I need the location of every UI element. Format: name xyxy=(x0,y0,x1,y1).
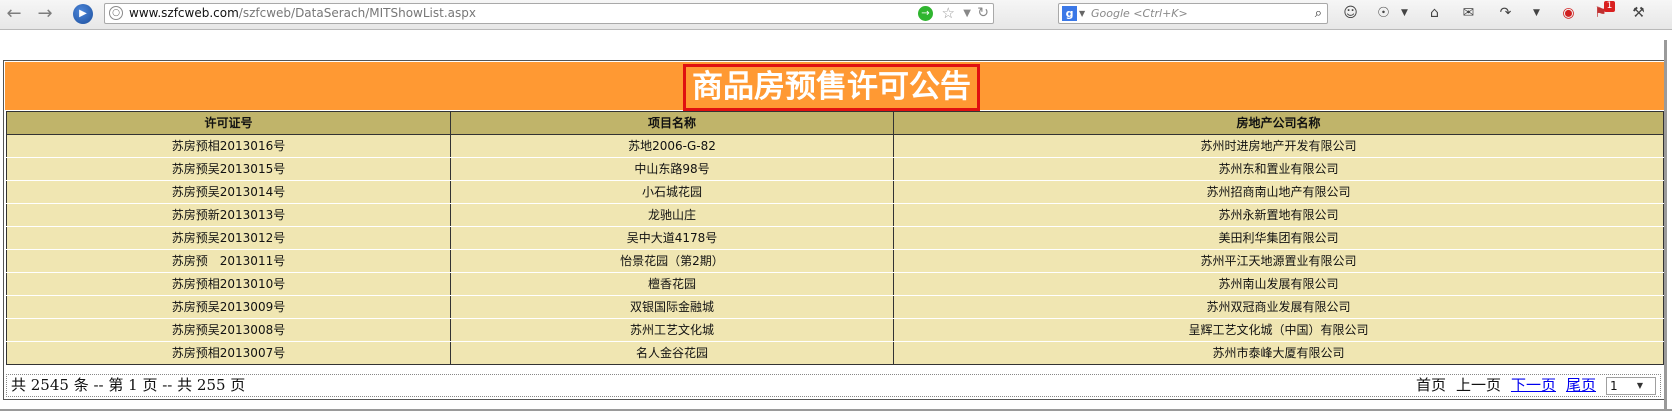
go-arrow-icon[interactable]: → xyxy=(918,6,933,21)
license-number-cell: 苏房预吴2013015号 xyxy=(6,157,451,181)
company-name-cell: 苏州时进房地产开发有限公司 xyxy=(893,134,1664,158)
browser-menu-icon[interactable]: ▶ xyxy=(73,4,93,24)
license-number-cell: 苏房预相2013007号 xyxy=(6,341,451,365)
column-header-company: 房地产公司名称 xyxy=(893,111,1664,135)
table-header-row: 许可证号 项目名称 房地产公司名称 xyxy=(6,111,1664,135)
project-name-cell: 名人金谷花园 xyxy=(450,341,894,365)
notification-badge: 1 xyxy=(1604,1,1615,12)
back-arrow-icon[interactable]: ← xyxy=(2,3,26,25)
share-icon[interactable]: ↷ xyxy=(1497,5,1514,22)
project-name-cell: 檀香花园 xyxy=(450,272,894,296)
license-number-cell: 苏房预相2013016号 xyxy=(6,134,451,158)
url-text[interactable]: www.szfcweb.com/szfcweb/DataSerach/MITSh… xyxy=(129,5,476,22)
home-icon[interactable]: ⌂ xyxy=(1426,5,1443,22)
table-row: 苏房预吴2013015号 中山东路98号 苏州东和置业有限公司 xyxy=(6,157,1664,181)
pager-summary: 共 2545 条 -- 第 1 页 -- 共 255 页 xyxy=(11,376,246,394)
table-row: 苏房预 2013011号 怡景花园（第2期） 苏州平江天地源置业有限公司 xyxy=(6,249,1664,273)
table-row: 苏房预新2013013号 龙驰山庄 苏州永新置地有限公司 xyxy=(6,203,1664,227)
reload-icon[interactable]: ↻ xyxy=(977,4,989,23)
company-name-cell: 苏州东和置业有限公司 xyxy=(893,157,1664,181)
first-page-label: 首页 xyxy=(1415,376,1446,394)
address-bar[interactable]: ○ www.szfcweb.com/szfcweb/DataSerach/MIT… xyxy=(104,3,994,24)
license-number-cell: 苏房预 2013011号 xyxy=(6,249,451,273)
table-row: 苏房预吴2013008号 苏州工艺文化城 呈辉工艺文化城（中国）有限公司 xyxy=(6,318,1664,342)
company-name-cell: 苏州市泰峰大厦有限公司 xyxy=(893,341,1664,365)
addon-tools-icon[interactable]: ⚒ xyxy=(1630,5,1647,22)
next-page-link[interactable]: 下一页 xyxy=(1511,375,1556,396)
table-row: 苏房预吴2013014号 小石城花园 苏州招商南山地产有限公司 xyxy=(6,180,1664,204)
globe-icon: ○ xyxy=(109,6,123,20)
project-name-cell: 小石城花园 xyxy=(450,180,894,204)
project-name-cell: 苏州工艺文化城 xyxy=(450,318,894,342)
license-number-cell: 苏房预吴2013012号 xyxy=(6,226,451,250)
search-bar[interactable]: g ▼ ⌕ xyxy=(1058,3,1328,24)
license-number-cell: 苏房预新2013013号 xyxy=(6,203,451,227)
last-page-link[interactable]: 尾页 xyxy=(1566,375,1596,396)
mail-icon[interactable]: ✉ xyxy=(1460,5,1477,22)
company-name-cell: 苏州南山发展有限公司 xyxy=(893,272,1664,296)
addon-face-icon[interactable]: ☺ xyxy=(1342,5,1359,22)
company-name-cell: 苏州平江天地源置业有限公司 xyxy=(893,249,1664,273)
browser-window: ← → ▶ ○ www.szfcweb.com/szfcweb/DataSera… xyxy=(0,0,1672,420)
license-number-cell: 苏房预吴2013008号 xyxy=(6,318,451,342)
google-logo-icon[interactable]: g xyxy=(1062,6,1077,21)
project-name-cell: 龙驰山庄 xyxy=(450,203,894,227)
page-select-value: 1 xyxy=(1610,378,1618,393)
forward-arrow-icon[interactable]: → xyxy=(33,3,57,25)
announcement-panel: 商品房预售许可公告 许可证号 项目名称 房地产公司名称 苏房预相2013016号… xyxy=(3,60,1666,400)
column-header-project: 项目名称 xyxy=(450,111,894,135)
table-row: 苏房预相2013016号 苏地2006-G-82 苏州时进房地产开发有限公司 xyxy=(6,134,1664,158)
browser-toolbar: ← → ▶ ○ www.szfcweb.com/szfcweb/DataSera… xyxy=(0,0,1672,30)
project-name-cell: 吴中大道4178号 xyxy=(450,226,894,250)
table-row: 苏房预吴2013009号 双银国际金融城 苏州双冠商业发展有限公司 xyxy=(6,295,1664,319)
company-name-cell: 呈辉工艺文化城（中国）有限公司 xyxy=(893,318,1664,342)
window-bottom-edge xyxy=(0,409,1672,411)
table-row: 苏房预相2013010号 檀香花园 苏州南山发展有限公司 xyxy=(6,272,1664,296)
license-number-cell: 苏房预相2013010号 xyxy=(6,272,451,296)
title-bar: 商品房预售许可公告 xyxy=(5,62,1664,111)
url-path: /szfcweb/DataSerach/MITShowList.aspx xyxy=(238,6,476,20)
table-row: 苏房预吴2013012号 吴中大道4178号 美田利华集团有限公司 xyxy=(6,226,1664,250)
column-header-license: 许可证号 xyxy=(6,111,451,135)
license-number-cell: 苏房预吴2013014号 xyxy=(6,180,451,204)
weibo-icon[interactable]: ◉ xyxy=(1560,5,1577,22)
prev-page-label: 上一页 xyxy=(1455,376,1501,394)
license-number-cell: 苏房预吴2013009号 xyxy=(6,295,451,319)
bookmark-star-icon[interactable]: ☆ xyxy=(942,4,955,22)
company-name-cell: 苏州招商南山地产有限公司 xyxy=(893,180,1664,204)
table-row: 苏房预相2013007号 名人金谷花园 苏州市泰峰大厦有限公司 xyxy=(6,341,1664,365)
page-select[interactable]: 1 ▼ xyxy=(1606,376,1656,395)
window-right-edge xyxy=(1664,40,1667,410)
pager-links: 首页 上一页 下一页 尾页 1 ▼ xyxy=(1416,375,1656,396)
engine-dropdown-icon[interactable]: ▼ xyxy=(1079,4,1085,23)
pager: 共 2545 条 -- 第 1 页 -- 共 255 页 首页 上一页 下一页 … xyxy=(6,374,1661,397)
addon-dropdown-icon[interactable]: ▼ xyxy=(1396,5,1413,22)
search-icon[interactable]: ⌕ xyxy=(1315,4,1322,23)
project-name-cell: 中山东路98号 xyxy=(450,157,894,181)
project-name-cell: 苏地2006-G-82 xyxy=(450,134,894,158)
url-history-dropdown-icon[interactable]: ▼ xyxy=(963,4,971,23)
project-name-cell: 双银国际金融城 xyxy=(450,295,894,319)
company-name-cell: 美田利华集团有限公司 xyxy=(893,226,1664,250)
company-name-cell: 苏州永新置地有限公司 xyxy=(893,203,1664,227)
search-input[interactable] xyxy=(1091,5,1291,22)
page-title: 商品房预售许可公告 xyxy=(683,64,980,111)
share-dropdown-icon[interactable]: ▼ xyxy=(1528,5,1545,22)
url-domain: www.szfcweb.com xyxy=(129,6,239,20)
addon-status-icon[interactable]: ☉ xyxy=(1375,5,1392,22)
project-name-cell: 怡景花园（第2期） xyxy=(450,249,894,273)
company-name-cell: 苏州双冠商业发展有限公司 xyxy=(893,295,1664,319)
license-table: 许可证号 项目名称 房地产公司名称 苏房预相2013016号 苏地2006-G-… xyxy=(6,111,1664,365)
chevron-down-icon: ▼ xyxy=(1636,380,1643,390)
